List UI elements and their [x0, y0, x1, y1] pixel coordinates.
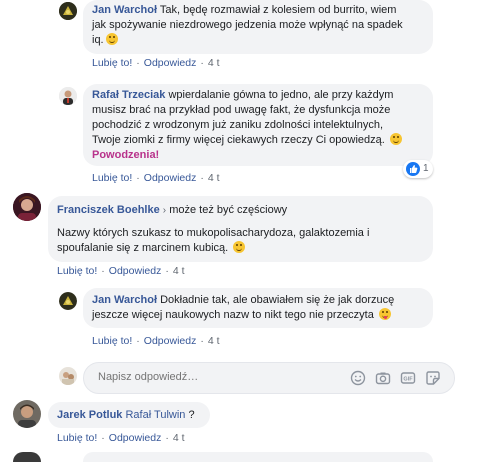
- comment-text: Tak, będę rozmawiał z kolesiem od burrit…: [159, 4, 397, 16]
- gif-icon[interactable]: GIF: [400, 370, 416, 386]
- comment-author[interactable]: Rafał Trzeciak: [92, 89, 165, 101]
- comment-text: Nazwy których szukasz to mukopolisachary…: [57, 227, 370, 239]
- comment-bubble: Jan Warchoł Dokładnie tak, ale obawiałem…: [83, 288, 433, 328]
- reply-link[interactable]: Odpowiedz: [109, 265, 162, 277]
- my-avatar: [59, 367, 77, 385]
- avatar[interactable]: [13, 400, 41, 428]
- comment-text: pochodzić z wrodzonym już zaniku zdolnoś…: [92, 119, 384, 131]
- comment-author[interactable]: Jan Warchoł: [92, 4, 157, 16]
- chevron-right-icon: ›: [162, 205, 167, 216]
- comment-text: wpierdalanie gówna to jedno, ale przy ka…: [168, 89, 394, 101]
- comment-actions: Lubię to! · Odpowiedz · 4 t: [57, 265, 185, 277]
- timestamp[interactable]: 4 t: [208, 335, 220, 347]
- timestamp[interactable]: 4 t: [173, 265, 185, 277]
- comment-author[interactable]: Jan Warchoł: [92, 294, 157, 306]
- camera-icon[interactable]: [375, 370, 391, 386]
- timestamp[interactable]: 4 t: [208, 172, 220, 184]
- highlight-text: Powodzenia!: [92, 149, 160, 161]
- smiley-emoji-icon: [233, 241, 246, 253]
- reply-to-text: może też być częściowy: [169, 204, 288, 216]
- avatar[interactable]: [59, 87, 77, 105]
- next-comment-bubble: [83, 452, 433, 462]
- comment-author[interactable]: Jarek Potluk: [57, 409, 122, 421]
- comment-actions: Lubię to! · Odpowiedz · 4 t: [92, 57, 220, 69]
- comment-text: iq.: [92, 34, 104, 46]
- like-link[interactable]: Lubię to!: [57, 432, 97, 444]
- like-link[interactable]: Lubię to!: [57, 265, 97, 277]
- comment-text: ?: [188, 409, 195, 421]
- like-reaction-icon: [406, 162, 420, 176]
- comment-text: musisz brać na przykład pod uwagę fakt, …: [92, 104, 391, 116]
- mention-link[interactable]: Rafał Tulwin: [125, 409, 185, 421]
- comment-actions: Lubię to! · Odpowiedz · 4 t: [92, 335, 220, 347]
- comment-actions: Lubię to! · Odpowiedz · 4 t: [92, 172, 220, 184]
- comment-bubble: Franciszek Boehlke › może też być części…: [48, 196, 433, 262]
- comment-author[interactable]: Franciszek Boehlke: [57, 204, 160, 216]
- reaction-count: 1: [423, 163, 429, 174]
- smiley-icon[interactable]: [350, 370, 366, 386]
- timestamp[interactable]: 4 t: [208, 57, 220, 69]
- reply-input[interactable]: [96, 370, 340, 384]
- tongue-emoji-icon: [378, 308, 391, 320]
- like-link[interactable]: Lubię to!: [92, 335, 132, 347]
- comment-text: Twoje ziomki z firmy więcej ciekawych rz…: [92, 134, 385, 146]
- smiley-emoji-icon: [105, 33, 118, 45]
- avatar[interactable]: [59, 2, 77, 20]
- sticker-icon[interactable]: [425, 370, 441, 386]
- avatar[interactable]: [59, 292, 77, 310]
- svg-text:GIF: GIF: [403, 377, 413, 383]
- smiley-emoji-icon: [389, 133, 402, 145]
- reply-link[interactable]: Odpowiedz: [144, 335, 197, 347]
- comment-bubble: Jarek Potluk Rafał Tulwin ?: [48, 402, 210, 428]
- comment-actions: Lubię to! · Odpowiedz · 4 t: [57, 432, 185, 444]
- reaction-summary[interactable]: 1: [403, 160, 433, 178]
- reply-link[interactable]: Odpowiedz: [109, 432, 162, 444]
- comment-text: Dokładnie tak, ale obawiałem się że jak …: [160, 294, 395, 306]
- like-link[interactable]: Lubię to!: [92, 57, 132, 69]
- comment-text: jak spożywanie niezdrowego jedzenia może…: [92, 19, 403, 31]
- reply-link[interactable]: Odpowiedz: [144, 57, 197, 69]
- avatar[interactable]: [13, 193, 41, 221]
- comment-text: spoufalanie się z marcinem kubicą.: [57, 242, 229, 254]
- reply-box: GIF: [83, 362, 455, 394]
- reply-link[interactable]: Odpowiedz: [144, 172, 197, 184]
- like-link[interactable]: Lubię to!: [92, 172, 132, 184]
- comment-bubble: Rafał Trzeciak wpierdalanie gówna to jed…: [83, 84, 433, 166]
- comment-text: jeszcze więcej naukowych nazw to nikt te…: [92, 309, 374, 321]
- comment-bubble: Jan Warchoł Tak, będę rozmawiał z kolesi…: [83, 0, 433, 54]
- timestamp[interactable]: 4 t: [173, 432, 185, 444]
- next-comment-avatar: [13, 452, 41, 462]
